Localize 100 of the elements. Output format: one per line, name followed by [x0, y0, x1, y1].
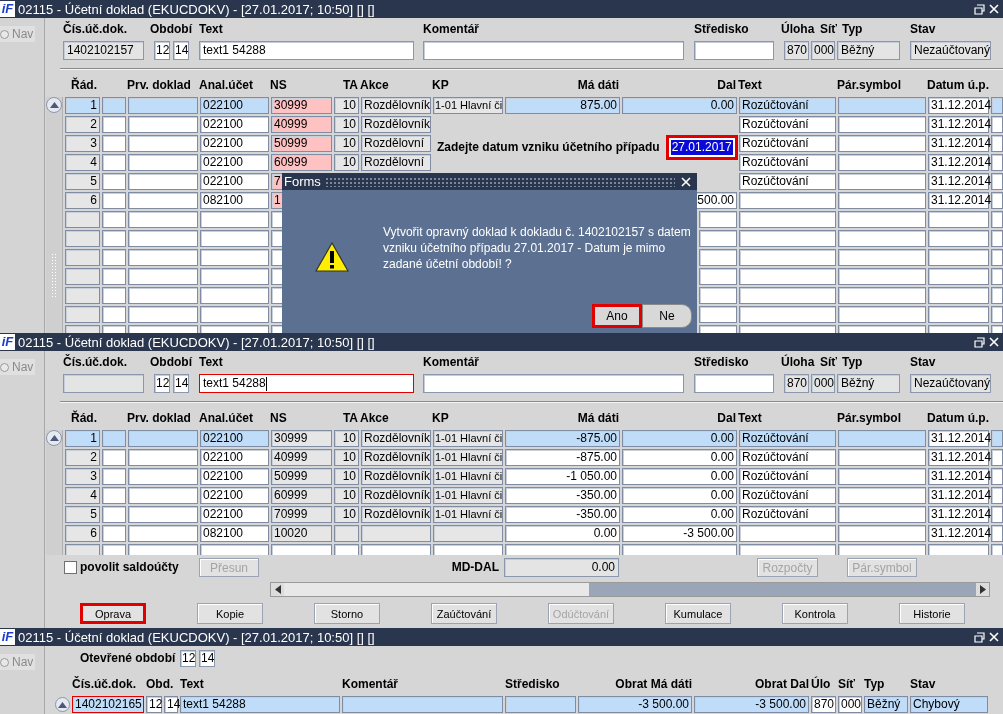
text-field[interactable]: text1 54288 [199, 374, 414, 393]
table-cell[interactable]: 31.12.2014 [928, 525, 989, 542]
action-button[interactable]: Kumulace [665, 603, 731, 624]
table-cell[interactable] [128, 287, 198, 304]
table-cell[interactable] [838, 268, 926, 285]
table-cell[interactable]: 0.00 [622, 506, 737, 523]
table-cell[interactable] [838, 97, 926, 114]
table-cell[interactable]: 875.00 [505, 97, 620, 114]
table-cell[interactable]: 022100 [200, 154, 269, 171]
table-cell[interactable] [200, 306, 269, 323]
table-cell[interactable]: Rozdělovník [361, 430, 431, 447]
table-cell[interactable]: 10 [334, 430, 359, 447]
table-cell[interactable] [739, 268, 836, 285]
state-field[interactable]: Nezaúčtovaný [910, 41, 991, 60]
table-cell[interactable]: 022100 [200, 116, 269, 133]
scroll-left-icon[interactable] [271, 583, 284, 596]
table-cell[interactable] [838, 449, 926, 466]
table-cell[interactable]: 60999 [271, 154, 332, 171]
period-year-field[interactable]: 14 [173, 41, 189, 60]
table-cell[interactable]: 10 [334, 135, 359, 152]
document-number-field[interactable] [63, 374, 144, 393]
table-cell[interactable]: 31.12.2014 [928, 173, 989, 190]
period-year-field[interactable]: 14 [173, 374, 189, 393]
table-cell[interactable]: 10 [334, 97, 359, 114]
table-cell[interactable]: 1-01 Hlavní či [433, 468, 503, 485]
table-cell[interactable]: 0.00 [622, 468, 737, 485]
table-cell[interactable] [739, 211, 836, 228]
table-cell[interactable]: 31.12.2014 [928, 449, 989, 466]
table-cell[interactable] [991, 173, 1003, 190]
table-cell[interactable] [102, 487, 126, 504]
table-cell[interactable] [739, 192, 836, 209]
table-cell[interactable]: 022100 [200, 430, 269, 447]
dialog-button[interactable]: Ano [592, 304, 642, 328]
table-cell[interactable]: 31.12.2014 [928, 487, 989, 504]
table-cell[interactable]: 10 [334, 487, 359, 504]
table-cell[interactable] [838, 135, 926, 152]
table-cell[interactable] [991, 268, 1003, 285]
center-field[interactable] [694, 41, 774, 60]
table-cell[interactable] [65, 230, 100, 247]
table-cell[interactable]: 10 [334, 468, 359, 485]
table-cell[interactable] [128, 211, 198, 228]
task-field[interactable]: 870 [784, 374, 809, 393]
table-cell[interactable] [838, 468, 926, 485]
vertical-scrollbar[interactable] [46, 97, 63, 333]
table-cell[interactable]: 0.00 [622, 97, 737, 114]
table-cell[interactable] [991, 306, 1003, 323]
table-cell[interactable] [838, 487, 926, 504]
table-cell[interactable] [838, 249, 926, 266]
table-cell[interactable]: Rozúčtování [739, 116, 836, 133]
table-cell[interactable]: 14 [164, 696, 178, 713]
table-cell[interactable]: 31.12.2014 [928, 506, 989, 523]
table-cell[interactable] [699, 268, 737, 285]
table-cell[interactable] [128, 154, 198, 171]
table-cell[interactable] [505, 696, 576, 713]
table-cell[interactable]: 30999 [271, 430, 332, 447]
table-cell[interactable] [838, 230, 926, 247]
table-cell[interactable]: 0.00 [622, 449, 737, 466]
table-cell[interactable]: 10 [334, 116, 359, 133]
table-cell[interactable]: 40999 [271, 449, 332, 466]
table-cell[interactable]: Rozdělovník [361, 487, 431, 504]
table-cell[interactable]: Rozúčtování [739, 135, 836, 152]
table-cell[interactable]: 082100 [200, 192, 269, 209]
table-cell[interactable] [991, 468, 1003, 485]
close-icon[interactable] [989, 632, 999, 642]
table-cell[interactable] [699, 287, 737, 304]
table-cell[interactable] [928, 268, 989, 285]
table-cell[interactable] [102, 173, 126, 190]
action-button[interactable]: Kopie [197, 603, 263, 624]
table-cell[interactable]: 6 [65, 192, 100, 209]
restore-icon[interactable] [974, 336, 985, 348]
table-cell[interactable] [128, 506, 198, 523]
table-cell[interactable] [991, 487, 1003, 504]
table-cell[interactable] [65, 211, 100, 228]
state-field[interactable]: Nezaúčtovaný [910, 374, 991, 393]
table-cell[interactable]: 3 [65, 135, 100, 152]
table-cell[interactable]: -3 500.00 [694, 696, 809, 713]
table-cell[interactable] [991, 287, 1003, 304]
table-cell[interactable]: 1-01 Hlavní či [433, 487, 503, 504]
table-cell[interactable] [991, 211, 1003, 228]
table-cell[interactable] [928, 306, 989, 323]
table-cell[interactable]: Rozúčtování [739, 449, 836, 466]
table-cell[interactable] [991, 116, 1003, 133]
table-cell[interactable]: 022100 [200, 449, 269, 466]
table-cell[interactable] [102, 506, 126, 523]
table-cell[interactable]: -350.00 [505, 487, 620, 504]
table-cell[interactable]: 0.00 [505, 525, 620, 542]
table-cell[interactable] [102, 249, 126, 266]
table-cell[interactable]: 10 [334, 506, 359, 523]
table-cell[interactable] [699, 230, 737, 247]
table-cell[interactable] [699, 249, 737, 266]
table-cell[interactable]: -1 050.00 [505, 468, 620, 485]
table-cell[interactable]: 022100 [200, 468, 269, 485]
table-cell[interactable] [128, 116, 198, 133]
text-field[interactable]: text1 54288 [199, 41, 414, 60]
table-cell[interactable]: 10 [334, 449, 359, 466]
period-year-field[interactable]: 14 [199, 650, 215, 667]
table-cell[interactable]: 31.12.2014 [928, 192, 989, 209]
table-cell[interactable] [334, 525, 359, 542]
table-cell[interactable]: 30999 [271, 97, 332, 114]
network-field[interactable]: 000 [811, 41, 835, 60]
